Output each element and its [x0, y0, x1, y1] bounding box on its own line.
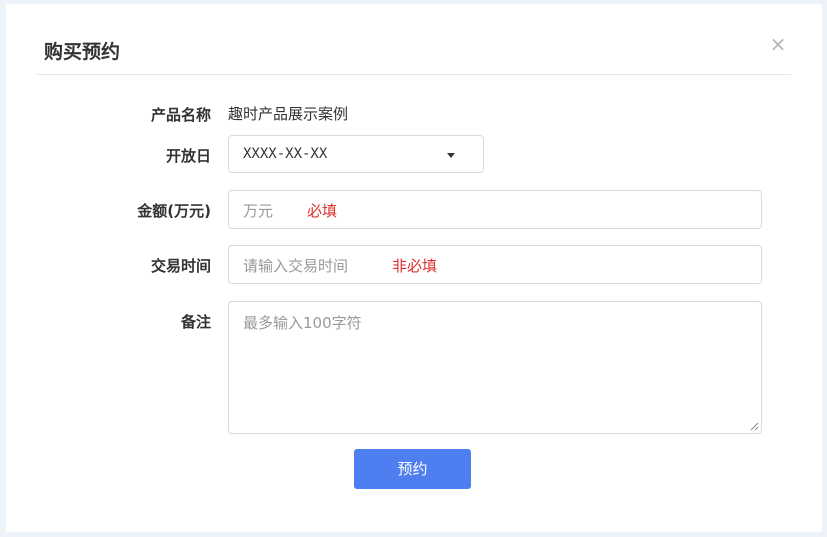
remark-label: 备注 — [180, 313, 211, 331]
remark-placeholder: 最多输入100字符 — [243, 314, 362, 332]
amount-label: 金额(万元) — [137, 202, 211, 220]
open-date-label: 开放日 — [165, 147, 211, 165]
trade-time-label: 交易时间 — [150, 257, 211, 275]
amount-placeholder: 万元 — [243, 202, 274, 220]
close-icon[interactable]: × — [768, 34, 788, 54]
product-name-value: 趣时产品展示案例 — [228, 105, 349, 123]
open-date-selected-value: XXXX-XX-XX — [243, 146, 328, 162]
reserve-button[interactable]: 预约 — [354, 449, 471, 489]
caret-down-icon — [447, 153, 455, 158]
resize-handle-icon[interactable] — [749, 421, 759, 431]
product-name-label: 产品名称 — [150, 106, 211, 124]
remark-textarea[interactable]: 最多输入100字符 — [228, 301, 762, 434]
dialog-title: 购买预约 — [44, 41, 121, 63]
trade-time-input[interactable]: 请输入交易时间 非必填 — [228, 245, 762, 284]
trade-time-optional-hint: 非必填 — [392, 257, 438, 275]
open-date-select[interactable]: XXXX-XX-XX — [228, 135, 484, 173]
amount-input[interactable]: 万元 必填 — [228, 190, 762, 229]
header-divider — [37, 74, 791, 75]
trade-time-placeholder: 请输入交易时间 — [243, 257, 349, 275]
amount-required-hint: 必填 — [307, 202, 338, 220]
purchase-reservation-dialog: 购买预约 × 产品名称 趣时产品展示案例 开放日 XXXX-XX-XX 金额(万… — [6, 4, 822, 532]
